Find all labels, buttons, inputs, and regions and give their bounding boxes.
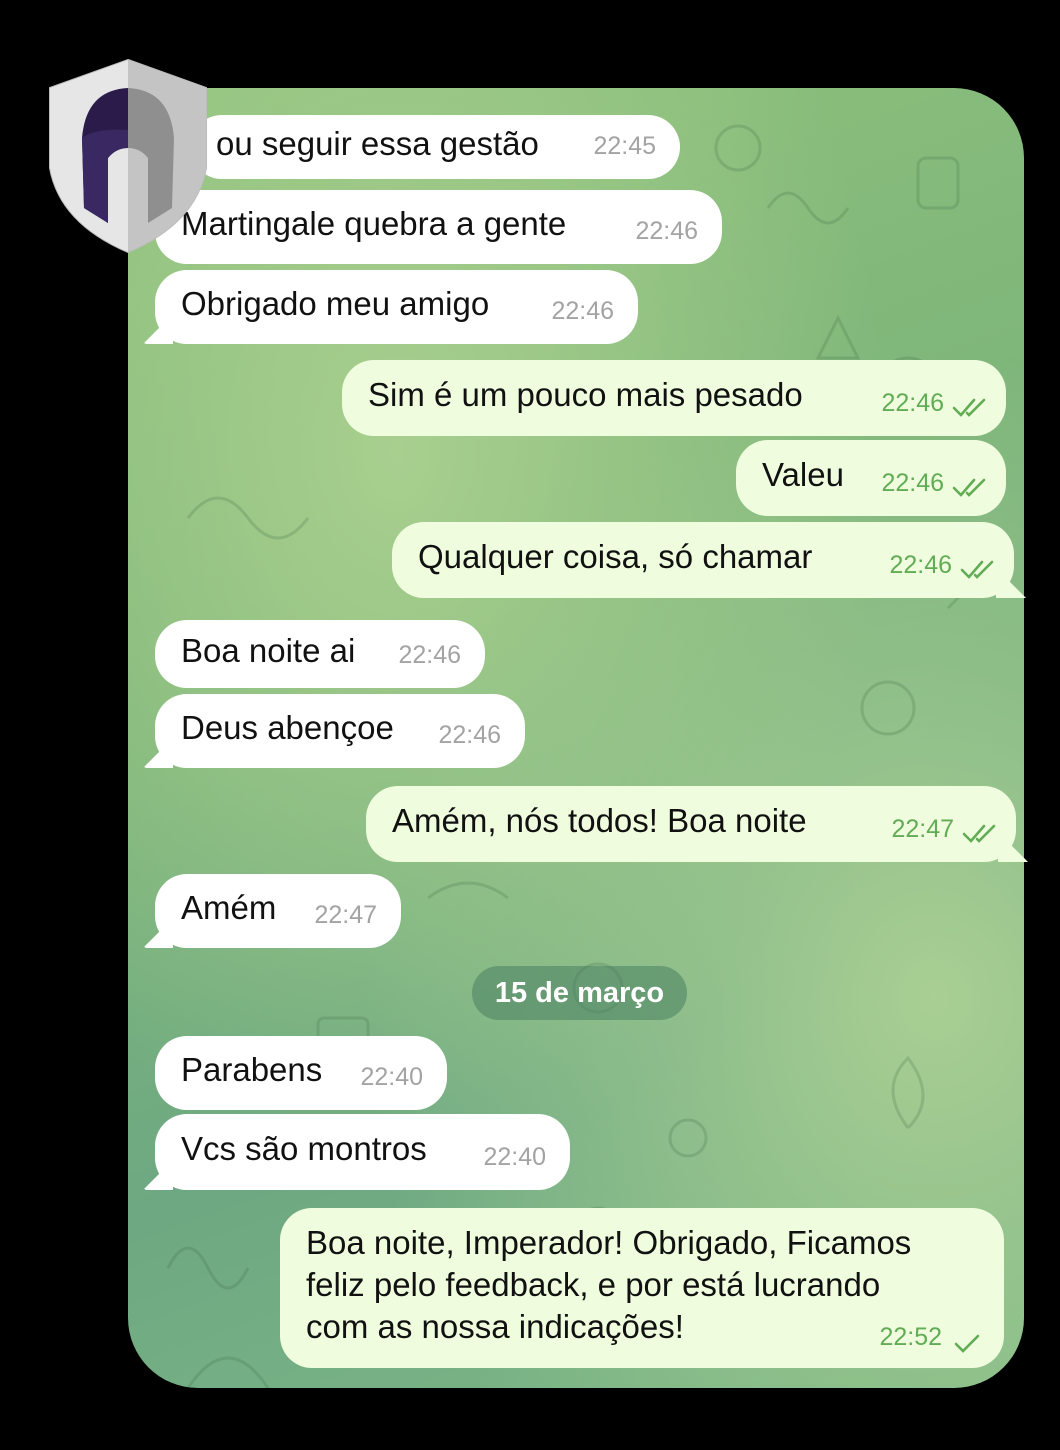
single-check-icon — [954, 1334, 980, 1353]
message-text-line: feliz pelo feedback, e por está lucrando — [306, 1266, 881, 1303]
message-text: Sim é um pouco mais pesado — [368, 376, 803, 413]
message-time: 22:46 — [881, 389, 944, 417]
incoming-message[interactable]: Boa noite ai 22:46 — [155, 620, 485, 688]
message-text-line: com as nossa indicações! — [306, 1308, 684, 1345]
message-time: 22:45 — [593, 132, 656, 160]
message-text: Vcs são montros — [181, 1130, 427, 1167]
message-text: Qualquer coisa, só chamar — [418, 538, 813, 575]
message-text: Obrigado meu amigo — [181, 285, 490, 322]
message-text: Valeu — [762, 456, 844, 493]
message-time: 22:46 — [551, 297, 614, 325]
incoming-message[interactable]: Martingale quebra a gente 22:46 — [155, 190, 722, 264]
outgoing-message[interactable]: Qualquer coisa, só chamar 22:46 — [392, 522, 1014, 598]
incoming-message[interactable]: Amém 22:47 — [155, 874, 401, 948]
double-check-icon — [962, 824, 996, 843]
message-time: 22:46 — [889, 551, 952, 579]
message-time: 22:46 — [438, 721, 501, 749]
incoming-message[interactable]: ou seguir essa gestão 22:45 — [190, 115, 680, 179]
message-time: 22:40 — [360, 1063, 423, 1091]
message-time: 22:52 — [879, 1323, 942, 1351]
message-text: Parabens — [181, 1051, 323, 1088]
message-time: 22:40 — [483, 1143, 546, 1171]
message-time: 22:46 — [881, 469, 944, 497]
double-check-icon — [960, 560, 994, 579]
message-text-line: Boa noite, Imperador! Obrigado, Ficamos — [306, 1224, 912, 1261]
message-text: Martingale quebra a gente — [181, 205, 567, 242]
message-text: Boa noite, Imperador! Obrigado, Ficamos f… — [306, 1222, 911, 1348]
incoming-message[interactable]: Parabens 22:40 — [155, 1036, 447, 1110]
message-time: 22:46 — [398, 641, 461, 669]
outgoing-message[interactable]: Valeu 22:46 — [736, 440, 1006, 516]
message-text: ou seguir essa gestão — [216, 125, 539, 162]
message-text: Amém, nós todos! Boa noite — [392, 802, 807, 839]
message-text: Amém — [181, 889, 277, 926]
outgoing-message[interactable]: Sim é um pouco mais pesado 22:46 — [342, 360, 1006, 436]
incoming-message[interactable]: Deus abençoe 22:46 — [155, 694, 525, 768]
double-check-icon — [952, 478, 986, 497]
double-check-icon — [952, 398, 986, 417]
message-text: Deus abençoe — [181, 709, 394, 746]
incoming-message[interactable]: Obrigado meu amigo 22:46 — [155, 270, 638, 344]
spartan-helmet-shield-icon — [49, 58, 207, 254]
message-time: 22:47 — [314, 901, 377, 929]
message-time: 22:46 — [635, 217, 698, 245]
outgoing-message[interactable]: Boa noite, Imperador! Obrigado, Ficamos f… — [280, 1208, 1004, 1368]
incoming-message[interactable]: Vcs são montros 22:40 — [155, 1114, 570, 1190]
message-text: Boa noite ai — [181, 632, 356, 669]
message-time: 22:47 — [891, 815, 954, 843]
date-separator: 15 de março — [472, 966, 687, 1020]
outgoing-message[interactable]: Amém, nós todos! Boa noite 22:47 — [366, 786, 1016, 862]
